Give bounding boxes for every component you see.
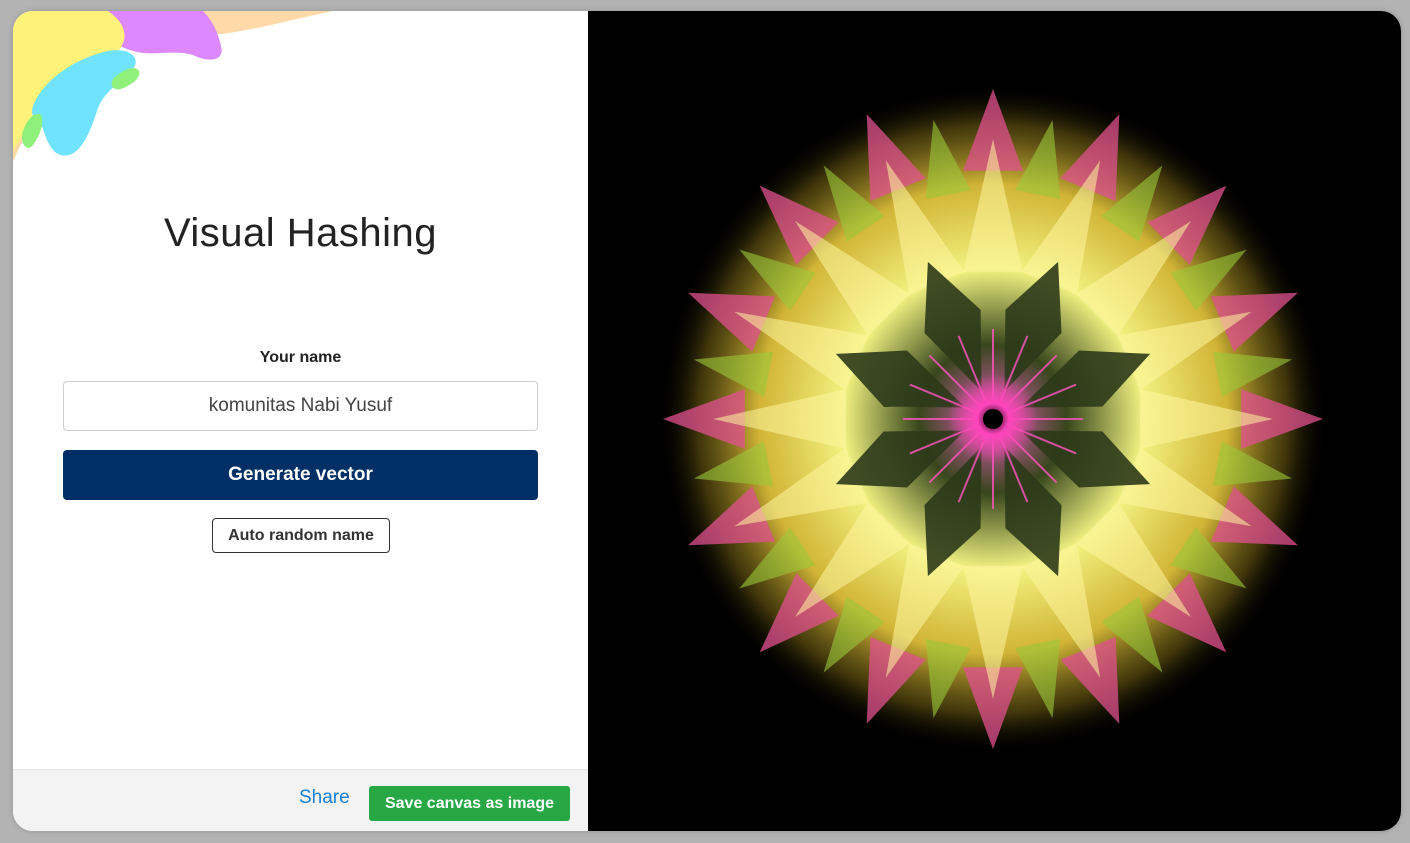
name-label: Your name xyxy=(259,349,342,366)
hash-canvas[interactable] xyxy=(588,11,1401,831)
auto-random-name-button[interactable]: Auto random name xyxy=(212,518,390,553)
footer-bar: Share Save canvas as image xyxy=(13,769,588,831)
share-link[interactable]: Share xyxy=(299,787,350,809)
save-canvas-button[interactable]: Save canvas as image xyxy=(369,786,570,821)
decorative-blob-icon xyxy=(13,11,333,161)
mandala-pattern-icon xyxy=(658,84,1328,754)
page-title: Visual Hashing xyxy=(163,211,438,255)
control-panel: Visual Hashing Your name Generate vector… xyxy=(13,11,588,831)
app-window: Visual Hashing Your name Generate vector… xyxy=(13,11,1401,831)
generate-vector-button[interactable]: Generate vector xyxy=(63,450,538,500)
name-input[interactable] xyxy=(63,381,538,431)
